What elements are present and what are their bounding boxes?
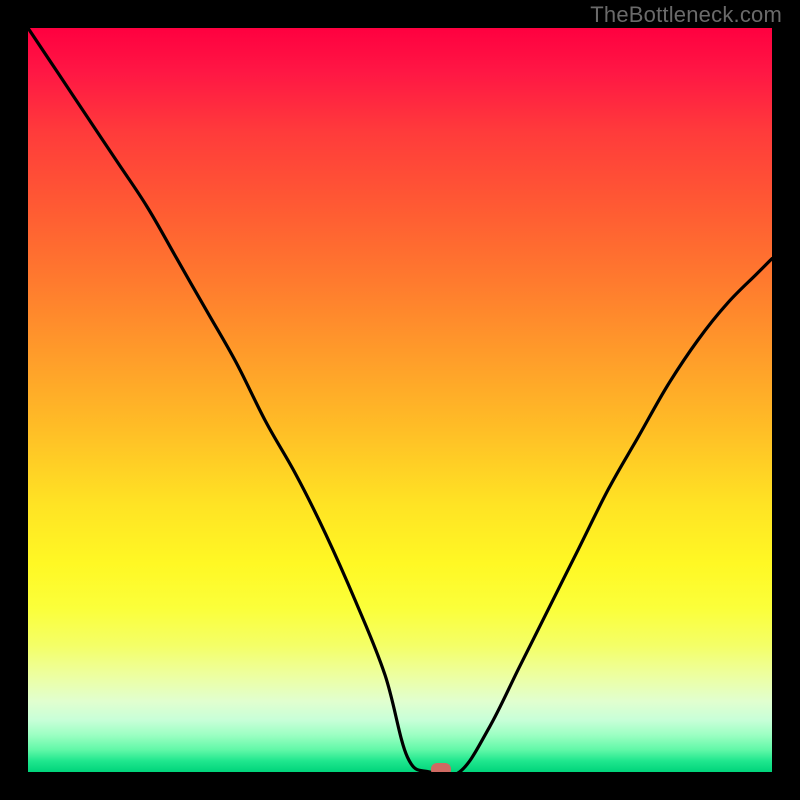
plot-area [28, 28, 772, 772]
optimal-point-marker [431, 763, 451, 772]
bottleneck-curve [28, 28, 772, 772]
curve-path [28, 28, 772, 772]
chart-frame: TheBottleneck.com [0, 0, 800, 800]
watermark-text: TheBottleneck.com [590, 2, 782, 28]
